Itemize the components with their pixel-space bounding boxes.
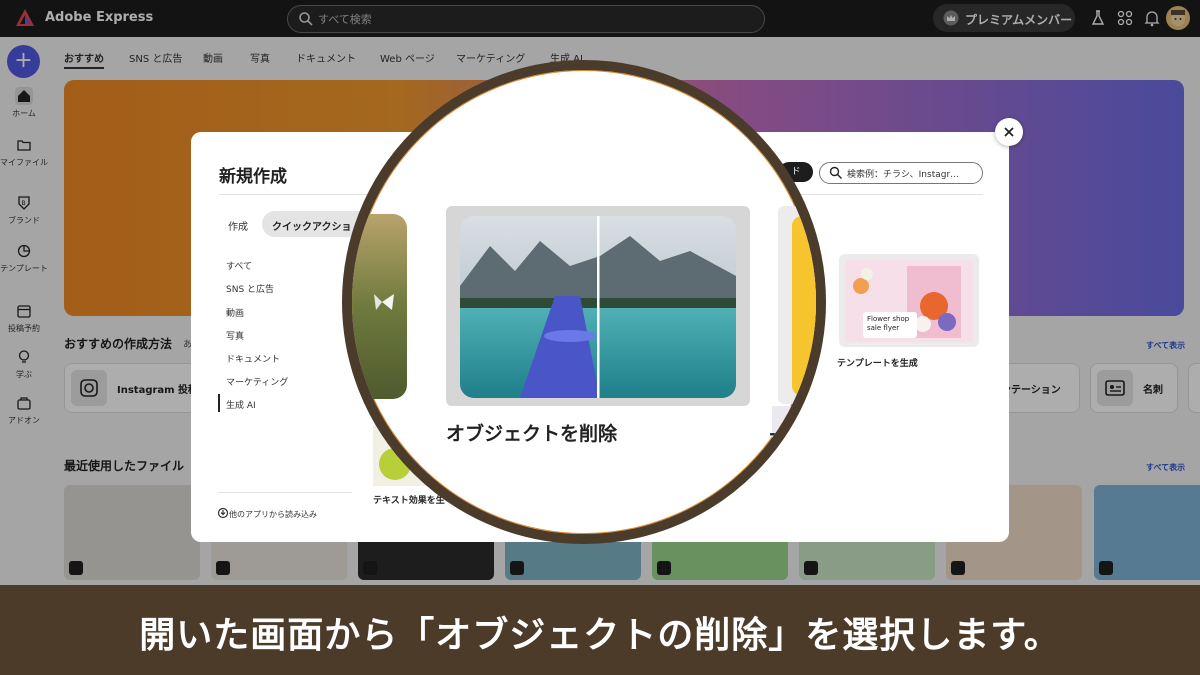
tab-quick-actions-label: クイックアクショ: [272, 222, 352, 233]
category-all[interactable]: すべて: [226, 259, 252, 272]
category-generative-ai[interactable]: 生成 AI: [226, 398, 256, 411]
generate-template-label: テンプレートを生成: [837, 359, 918, 369]
template-thumbnail: Flower shop sale flyer: [845, 260, 973, 342]
dialog-title: 新規作成: [219, 167, 287, 187]
category-selected-indicator: [218, 394, 220, 412]
caption-bar: 開いた画面から「オブジェクトの削除」を選択します。: [0, 585, 1200, 675]
close-dialog-button[interactable]: [995, 118, 1023, 146]
category-video[interactable]: 動画: [226, 306, 244, 319]
flyer-tag: Flower shop sale flyer: [863, 312, 917, 338]
generate-template-card[interactable]: Flower shop sale flyer: [839, 254, 979, 347]
cut-off-card-label: ア: [768, 429, 788, 453]
yellow-card[interactable]: [778, 206, 816, 404]
category-photo[interactable]: 写真: [226, 329, 244, 342]
lake-kayak-image: [460, 216, 736, 398]
close-icon: [1004, 127, 1014, 137]
remove-object-label: オブジェクトを削除: [446, 423, 618, 445]
import-from-apps-link[interactable]: 他のアプリから読み込み: [229, 509, 317, 520]
remove-object-card[interactable]: [446, 206, 750, 406]
remove-object-thumbnail: [460, 216, 736, 398]
category-marketing[interactable]: マーケティング: [226, 375, 288, 388]
footer-divider: [218, 492, 352, 493]
text-effect-label: テキスト効果を生: [373, 496, 445, 506]
butterfly-thumbnail[interactable]: [352, 214, 407, 399]
dialog-search-input[interactable]: 検索例：チラシ、Instagr…: [819, 162, 983, 184]
category-document[interactable]: ドキュメント: [226, 352, 280, 365]
caption-text: 開いた画面から「オブジェクトの削除」を選択します。: [139, 615, 1061, 656]
import-icon: [217, 507, 229, 519]
category-sns-ads[interactable]: SNS と広告: [226, 282, 274, 295]
search-icon: [829, 166, 842, 179]
tab-create[interactable]: 作成: [228, 218, 248, 233]
magnifier-callout: オブジェクトを削除 ア: [342, 60, 826, 544]
dialog-search-placeholder: 検索例：チラシ、Instagr…: [847, 170, 960, 180]
